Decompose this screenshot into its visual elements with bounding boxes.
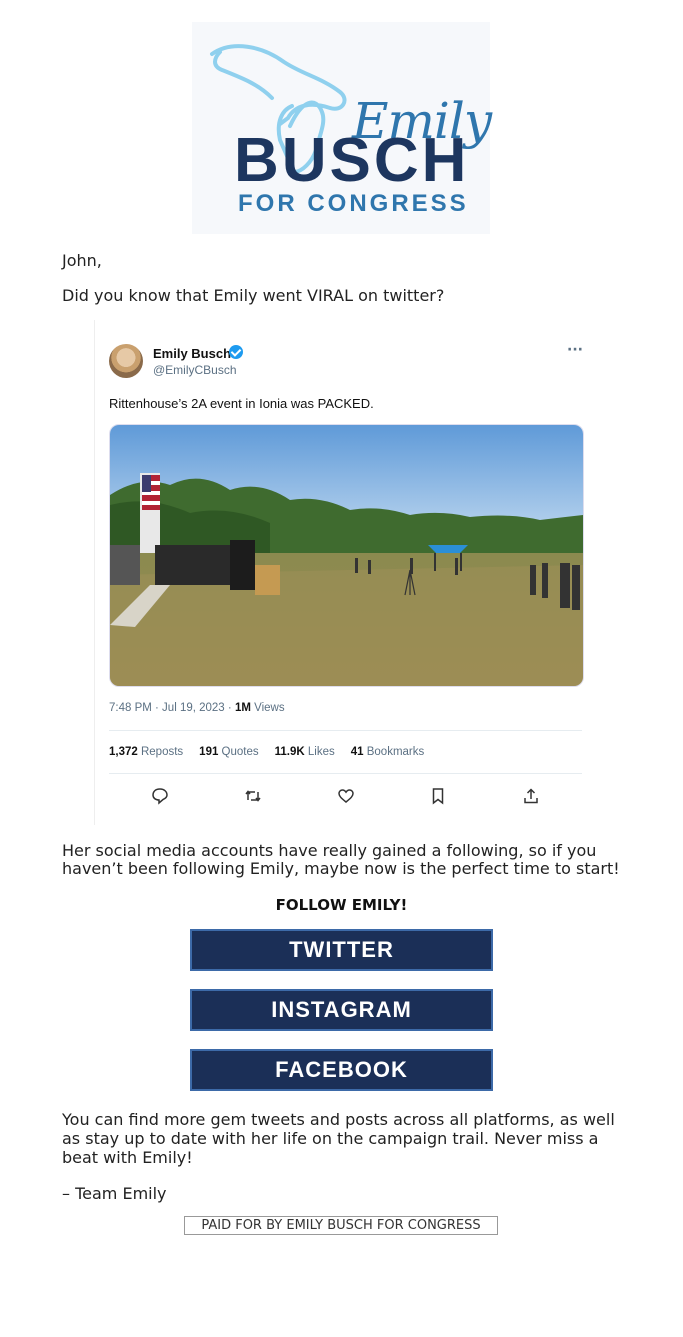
reposts-label: Reposts	[137, 746, 184, 758]
reply-icon[interactable]	[149, 785, 171, 807]
tweet-text: Rittenhouse’s 2A event in Ionia was PACK…	[109, 396, 374, 411]
body-paragraph-2: You can find more gem tweets and posts a…	[62, 1110, 615, 1167]
repost-icon[interactable]	[242, 785, 264, 807]
likes-count: 11.9K	[274, 746, 305, 758]
tweet-views-count: 1M	[234, 702, 251, 714]
tweet-stats: 1,372 Reposts 191 Quotes 11.9K Likes 41 …	[109, 746, 424, 758]
tweet-timestamp: 7:48 PM · Jul 19, 2023 · 1M Views	[109, 702, 285, 714]
reposts-count: 1,372	[109, 746, 138, 758]
likes-label: Likes	[304, 746, 335, 758]
likes-stat[interactable]: 11.9K Likes	[275, 746, 335, 758]
tweet-card[interactable]: Emily Busch @EmilyCBusch ··· Rittenhouse…	[94, 320, 595, 825]
greeting: John,	[62, 251, 102, 270]
campaign-logo: Emily BUSCH FOR CONGRESS	[192, 22, 492, 234]
quotes-count: 191	[199, 746, 219, 758]
logo-last-name: BUSCH	[234, 126, 470, 195]
bookmarks-stat[interactable]: 41 Bookmarks	[351, 746, 425, 758]
tweet-time-date: 7:48 PM · Jul 19, 2023 ·	[109, 702, 235, 714]
like-icon[interactable]	[335, 785, 357, 807]
event-photo-illustration	[110, 425, 583, 686]
quotes-stat[interactable]: 191 Quotes	[199, 746, 258, 758]
follow-heading: FOLLOW EMILY!	[275, 896, 408, 914]
share-icon[interactable]	[520, 785, 542, 807]
intro-text: Did you know that Emily went VIRAL on tw…	[62, 286, 445, 305]
more-options-icon[interactable]: ···	[567, 342, 583, 358]
tweet-author-handle: @EmilyCBusch	[153, 363, 237, 377]
signoff: – Team Emily	[62, 1184, 167, 1203]
verified-badge-icon	[229, 345, 243, 359]
tweet-actions	[109, 785, 582, 807]
bookmark-icon[interactable]	[427, 785, 449, 807]
bookmarks-count: 41	[350, 746, 364, 758]
reposts-stat[interactable]: 1,372 Reposts	[109, 746, 183, 758]
tweet-views-label: Views	[250, 702, 285, 714]
bookmarks-label: Bookmarks	[363, 746, 425, 758]
avatar	[109, 344, 143, 378]
facebook-button[interactable]: FACEBOOK	[190, 1049, 493, 1091]
tweet-author-name: Emily Busch	[153, 346, 232, 361]
body-paragraph-1: Her social media accounts have really ga…	[62, 841, 620, 878]
quotes-label: Quotes	[218, 746, 259, 758]
divider	[109, 773, 582, 774]
divider	[109, 730, 582, 731]
tweet-photo	[109, 424, 584, 687]
instagram-button[interactable]: INSTAGRAM	[190, 989, 493, 1031]
paid-for-disclaimer: PAID FOR BY EMILY BUSCH FOR CONGRESS	[184, 1216, 498, 1235]
logo-tagline: FOR CONGRESS	[238, 190, 469, 217]
twitter-button[interactable]: TWITTER	[190, 929, 493, 971]
